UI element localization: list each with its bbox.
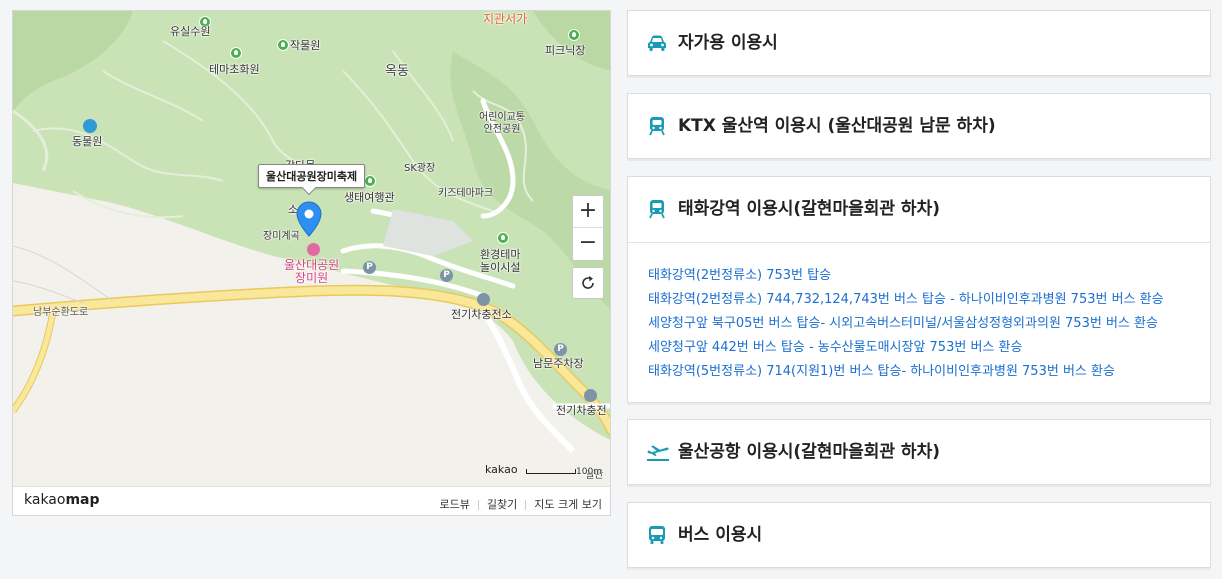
roadview-link[interactable]: 로드뷰	[440, 498, 470, 511]
map-widget[interactable]: P P P 유실수원 작물원 테마초화원 옥동 지관서가 피크닉장 동물원 어린…	[12, 10, 611, 516]
map-label: 환경테마 놀이시설	[480, 248, 521, 274]
map-label: 작물원	[290, 39, 321, 52]
accordion-title: 자가용 이용시	[678, 33, 778, 53]
ev-charger-icon	[584, 389, 597, 402]
accordion-header[interactable]: 태화강역 이용시(갈현마을회관 하차)	[628, 177, 1210, 241]
refresh-icon	[582, 276, 594, 289]
accordion-header[interactable]: KTX 울산역 이용시 (울산대공원 남문 하차)	[628, 94, 1210, 158]
logo-bold: map	[65, 492, 100, 508]
train-icon	[649, 200, 665, 219]
map-canvas[interactable]: P P P 유실수원 작물원 테마초화원 옥동 지관서가 피크닉장 동물원 어린…	[13, 11, 610, 486]
map-label: 유실수원	[170, 25, 211, 38]
kakaomap-logo[interactable]: kakaomap	[24, 492, 100, 508]
scale-bar	[526, 469, 576, 474]
tree-icon	[497, 232, 509, 244]
accordion-panel-bus: 버스 이용시	[627, 502, 1211, 570]
accordion-title: 태화강역 이용시(갈현마을회관 하차)	[678, 199, 940, 219]
route-item[interactable]: 세양청구앞 442번 버스 탑승 - 농수산물도매시장앞 753번 버스 환승	[648, 340, 1022, 356]
map-label: 동물원	[72, 135, 103, 148]
route-item[interactable]: 세양청구앞 북구05번 버스 탑승- 시외고속버스터미널/서울삼성정형외과의원 …	[648, 316, 1158, 332]
map-label: 전기차충전소	[451, 308, 512, 321]
directions-link[interactable]: 길찾기	[487, 498, 517, 511]
parking-icon: P	[363, 261, 376, 274]
map-reset-button[interactable]	[572, 267, 604, 299]
accordion-panel-airport: 울산공항 이용시(갈현마을회관 하차)	[627, 419, 1211, 487]
scale-brand: kakao	[485, 463, 518, 476]
ev-charger-icon	[477, 293, 490, 306]
parking-icon: P	[554, 343, 567, 356]
zoom-control: + −	[572, 195, 604, 261]
map-label: 장미계곡	[263, 231, 300, 242]
map-label: 생태여행관	[344, 191, 395, 204]
accordion-panel-ktx: KTX 울산역 이용시 (울산대공원 남문 하차)	[627, 93, 1211, 161]
large-map-link[interactable]: 지도 크게 보기	[534, 498, 602, 511]
route-item[interactable]: 태화강역(2번정류소) 744,732,124,743번 버스 탑승 - 하나이…	[648, 292, 1164, 308]
rose-garden-icon	[307, 243, 320, 256]
accordion-header[interactable]: 자가용 이용시	[628, 11, 1210, 75]
accordion-title: 버스 이용시	[678, 525, 763, 545]
logo-light: kakao	[24, 492, 66, 508]
accordion-header[interactable]: 울산공항 이용시(갈현마을회관 하차)	[628, 420, 1210, 484]
accordion-body: 태화강역(2번정류소) 753번 탑승 태화강역(2번정류소) 744,732,…	[628, 242, 1210, 403]
map-label: 지관서가	[483, 12, 528, 26]
map-label: 남문주차장	[533, 357, 584, 370]
place-callout[interactable]: 울산대공원장미축제	[258, 164, 366, 188]
bus-icon	[649, 526, 665, 544]
map-label: 울산대공원 장미원	[284, 258, 340, 285]
map-label: 전기차충전	[556, 404, 607, 417]
map-label: 옥동	[385, 64, 409, 79]
accordion-title: KTX 울산역 이용시 (울산대공원 남문 하차)	[678, 116, 996, 136]
tree-icon	[277, 39, 289, 51]
train-icon	[649, 117, 665, 136]
accordion-title: 울산공항 이용시(갈현마을회관 하차)	[678, 442, 940, 462]
plane-icon	[647, 445, 669, 461]
car-icon	[648, 35, 666, 51]
zoom-in-button[interactable]: +	[573, 196, 603, 228]
parking-icon: P	[440, 269, 453, 282]
scale-label: 100m	[576, 467, 602, 477]
route-item[interactable]: 태화강역(5번정류소) 714(지원1)번 버스 탑승- 하나이비인후과병원 7…	[648, 364, 1115, 380]
location-pin-icon[interactable]	[296, 201, 322, 237]
accordion-header[interactable]: 버스 이용시	[628, 503, 1210, 567]
map-label: 키즈테마파크	[438, 188, 494, 199]
tree-icon	[364, 175, 376, 187]
map-label: 피크닉장	[545, 44, 586, 57]
road-label: 남부순환도로	[33, 307, 89, 318]
map-footer-links: 로드뷰 길찾기 지도 크게 보기	[440, 496, 602, 512]
tree-icon	[568, 29, 580, 41]
map-label: SK광장	[404, 163, 436, 174]
map-label: 테마초화원	[209, 63, 260, 76]
route-item[interactable]: 태화강역(2번정류소) 753번 탑승	[648, 268, 831, 284]
map-footer: kakaomap 로드뷰 길찾기 지도 크게 보기	[13, 486, 610, 515]
map-label: 어린이교통 안전공원	[479, 112, 525, 135]
zoo-icon	[83, 119, 97, 133]
accordion-panel-taehwagang: 태화강역 이용시(갈현마을회관 하차) 태화강역(2번정류소) 753번 탑승 …	[627, 176, 1211, 405]
tree-icon	[230, 47, 242, 59]
accordion-panel-car: 자가용 이용시	[627, 10, 1211, 78]
zoom-out-button[interactable]: −	[573, 228, 603, 259]
